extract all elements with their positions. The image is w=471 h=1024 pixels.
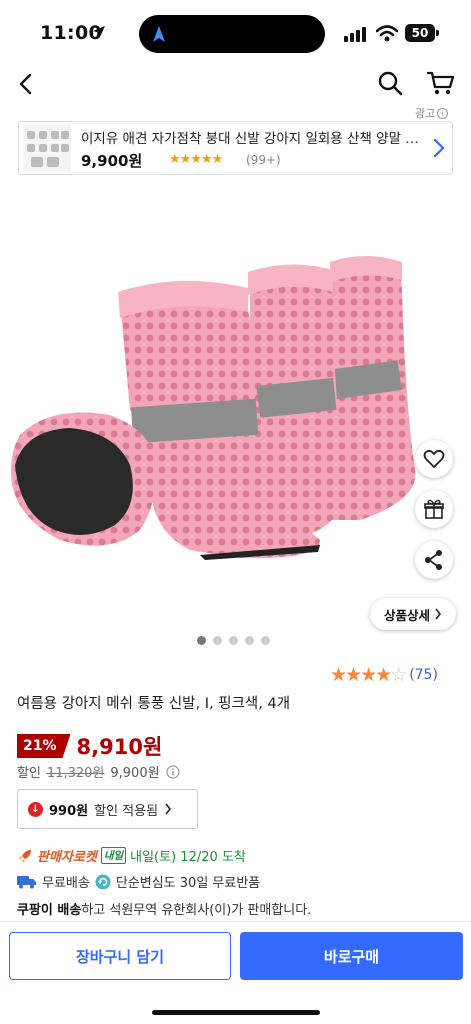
buy-now-button[interactable]: 바로구매 — [240, 932, 463, 980]
search-icon[interactable] — [376, 69, 404, 97]
seller-info: 쿠팡이 배송하고 석원무역 유한회사(이)가 판매합니다. — [17, 899, 311, 918]
product-detail-label: 상품상세 — [383, 607, 430, 623]
product-detail-button[interactable]: 상품상세 — [370, 598, 456, 630]
discount-badge: 21% — [17, 734, 71, 758]
product-image[interactable] — [0, 200, 471, 620]
tomorrow-badge: 내일 — [100, 847, 127, 864]
battery-icon: 50 — [405, 24, 435, 42]
carousel-dot[interactable] — [245, 636, 254, 645]
rocket-icon — [19, 849, 31, 862]
pink-mesh-dog-shoes-image — [11, 256, 416, 560]
carousel-dot[interactable] — [197, 636, 206, 645]
discounted-price: 9,900원 — [110, 766, 160, 781]
home-indicator[interactable] — [152, 1010, 320, 1015]
rating-count[interactable]: (75) — [409, 667, 438, 683]
discount-label: 할인 — [17, 766, 41, 781]
share-button[interactable] — [415, 541, 453, 579]
back-icon[interactable] — [14, 70, 40, 98]
ad-price: 9,900원 — [81, 152, 143, 170]
original-price: 11,320원 — [46, 766, 105, 781]
chevron-right-icon — [165, 803, 172, 815]
favorite-button[interactable] — [415, 440, 453, 478]
chevron-right-icon — [433, 138, 445, 158]
rating-stars: ★★★★☆ — [330, 664, 407, 686]
arrival-date: 내일(토) 12/20 도착 — [130, 850, 246, 865]
coupon-text: 할인 적용됨 — [94, 803, 159, 819]
wifi-icon — [376, 25, 398, 42]
navigation-arrow-icon — [153, 26, 165, 42]
top-navigation — [0, 66, 471, 102]
coupon-down-arrow-icon: ↓ — [28, 801, 43, 817]
ad-title: 이지유 애견 자가점착 붕대 신발 강아지 일회용 산책 양말 발싸개 — [81, 131, 423, 147]
info-icon[interactable] — [165, 764, 180, 779]
rocket-delivery-row: 판매자로켓 내일 내일(토) 12/20 도착 — [17, 846, 246, 865]
location-arrow-icon — [93, 26, 105, 38]
cellular-signal-icon — [344, 26, 366, 42]
image-carousel-dots[interactable] — [197, 636, 270, 645]
ad-banner[interactable]: 이지유 애견 자가점착 붕대 신발 강아지 일회용 산책 양말 발싸개 9,90… — [18, 121, 453, 175]
sale-price: 8,910원 — [76, 735, 163, 759]
rating-stars-empty: ☆ — [390, 664, 407, 686]
rating-stars-filled: ★★★★ — [330, 664, 392, 686]
gift-icon — [424, 499, 444, 519]
add-to-cart-button[interactable]: 장바구니 담기 — [9, 932, 231, 980]
carousel-dot[interactable] — [213, 636, 222, 645]
product-title: 여름용 강아지 메쉬 통풍 신발, I, 핑크색, 4개 — [17, 696, 291, 712]
price-breakdown: 할인 11,320원 9,900원 — [17, 762, 180, 781]
seller-prefix: 쿠팡이 배송 — [17, 903, 82, 918]
shipping-row: 무료배송 단순변심도 30일 무료반품 — [17, 872, 260, 891]
ad-label-text: 광고 — [415, 107, 436, 120]
status-bar: 11:00 50 — [0, 0, 471, 66]
ad-review-count: (99+) — [246, 153, 281, 167]
carousel-dot[interactable] — [229, 636, 238, 645]
gift-button[interactable] — [415, 490, 453, 528]
ad-thumbnail — [23, 125, 71, 171]
cart-icon[interactable] — [426, 69, 456, 97]
info-icon[interactable]: i — [437, 107, 449, 119]
product-rating[interactable]: ★★★★☆ (75) — [330, 664, 438, 686]
ad-rating-stars: ★★★★★ — [169, 152, 223, 167]
heart-icon — [423, 449, 445, 468]
seller-suffix: 하고 석원무역 유한회사(이)가 판매합니다. — [81, 903, 312, 918]
battery-cap — [436, 30, 439, 36]
truck-icon — [17, 875, 36, 888]
coupon-button[interactable]: ↓ 990원 할인 적용됨 — [17, 789, 198, 829]
rocket-label: 판매자로켓 — [37, 850, 97, 865]
carousel-dot[interactable] — [261, 636, 270, 645]
bottom-action-bar: 장바구니 담기 바로구매 — [0, 921, 471, 1024]
price-row: 21% 8,910원 — [17, 731, 162, 761]
share-icon — [425, 550, 442, 570]
return-icon — [95, 874, 111, 889]
return-policy-text: 단순변심도 30일 무료반품 — [115, 876, 261, 891]
free-shipping-text: 무료배송 — [42, 876, 90, 891]
chevron-right-icon — [435, 608, 442, 620]
ad-label[interactable]: 광고 i — [415, 105, 449, 121]
battery-level: 50 — [411, 26, 429, 40]
dynamic-island — [139, 15, 325, 53]
coupon-amount: 990원 — [49, 803, 89, 819]
